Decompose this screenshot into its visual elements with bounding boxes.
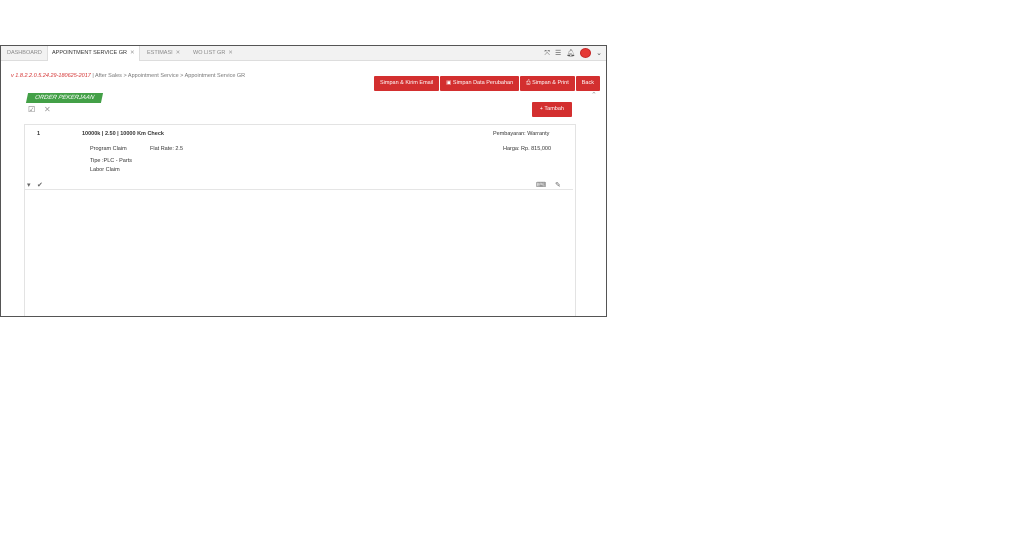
printer-icon[interactable] — [580, 48, 592, 58]
close-icon[interactable]: ✕ — [176, 50, 181, 56]
simpan-print-button[interactable]: ⎙ Simpan & Print — [520, 76, 575, 91]
job-tipe: Tipe :PLC - Parts — [90, 158, 132, 164]
tab-bar: DASHBOARD APPOINTMENT SERVICE GR ✕ ESTIMA… — [1, 46, 606, 61]
order-pekerjaan-ribbon: ORDER PEKERJAAN — [25, 93, 104, 103]
close-icon[interactable]: ✕ — [228, 50, 233, 56]
expand-icon[interactable]: ⤧ — [544, 50, 550, 57]
job-number: 1 — [37, 131, 41, 137]
chevron-up-icon[interactable]: ⌃ — [591, 91, 597, 99]
simpan-kirim-email-button[interactable]: Simpan & Kirim Email — [373, 76, 440, 91]
tab-dashboard[interactable]: DASHBOARD — [3, 46, 46, 61]
breadcrumb: v 1.8.2.2.0.5.24.29-180625-2017 | After … — [11, 73, 246, 79]
tab-appointment-service-gr[interactable]: APPOINTMENT SERVICE GR ✕ — [47, 46, 140, 61]
flat-rate: Flat Rate: 2.5 — [150, 146, 184, 152]
menu-icon[interactable]: ☰ — [555, 50, 561, 57]
breadcrumb-item[interactable]: Appointment Service — [128, 73, 179, 79]
tab-label: WO LIST GR — [193, 50, 226, 56]
check-icon[interactable]: ✔ — [37, 181, 43, 189]
simpan-data-perubahan-button[interactable]: ▣ Simpan Data Perubahan — [440, 76, 520, 91]
job-payment: Pembayaran: Warranty — [493, 131, 550, 137]
close-icon[interactable]: ✕ — [44, 105, 51, 114]
button-label: Simpan & Kirim Email — [379, 80, 434, 86]
close-icon[interactable]: ✕ — [130, 50, 135, 56]
collapse-icon[interactable]: ▾ — [27, 181, 31, 189]
keyboard-icon[interactable]: ⌨ — [536, 181, 546, 189]
toolbar-icons: ⤧ ☰ 🔔︎ ⌄ — [539, 48, 602, 58]
tab-wo-list-gr[interactable]: WO LIST GR ✕ — [189, 46, 237, 61]
breadcrumb-item: Appointment Service GR — [184, 73, 246, 79]
appointment-window: DASHBOARD APPOINTMENT SERVICE GR ✕ ESTIMA… — [0, 45, 607, 317]
tab-label: DASHBOARD — [7, 50, 42, 56]
button-label: Simpan & Print — [532, 80, 569, 86]
back-button[interactable]: Back — [575, 76, 600, 91]
divider — [25, 189, 573, 190]
job-list: 1 10000k | 2.50 | 10000 Km Check Program… — [24, 124, 576, 316]
job-type: Program Claim — [90, 146, 127, 152]
job-price: Harga: Rp. 815,000 — [503, 146, 552, 152]
edit-icon[interactable]: ✎ — [555, 181, 561, 189]
save-icon: ▣ — [446, 80, 453, 86]
check-icon[interactable]: ☑ — [28, 105, 35, 114]
breadcrumb-separator: | — [92, 73, 94, 79]
tab-label: APPOINTMENT SERVICE GR — [52, 50, 127, 56]
tambah-button[interactable]: + Tambah — [531, 102, 572, 117]
version-label: v 1.8.2.2.0.5.24.29-180625-2017 — [11, 73, 91, 79]
breadcrumb-item[interactable]: After Sales — [95, 73, 122, 79]
chevron-down-icon[interactable]: ⌄ — [596, 50, 602, 57]
button-label: Back — [581, 80, 594, 86]
job-tipe-detail: Labor Claim — [90, 167, 120, 173]
tab-label: ESTIMASI — [147, 50, 173, 56]
button-label: Simpan Data Perubahan — [452, 80, 514, 86]
job-title: 10000k | 2.50 | 10000 Km Check — [82, 131, 164, 137]
bell-icon[interactable]: 🔔︎ — [566, 50, 575, 57]
button-label: Tambah — [544, 106, 564, 112]
action-buttons: Simpan & Kirim Email ▣ Simpan Data Peruba… — [373, 71, 600, 91]
tab-estimasi[interactable]: ESTIMASI ✕ — [143, 46, 184, 61]
